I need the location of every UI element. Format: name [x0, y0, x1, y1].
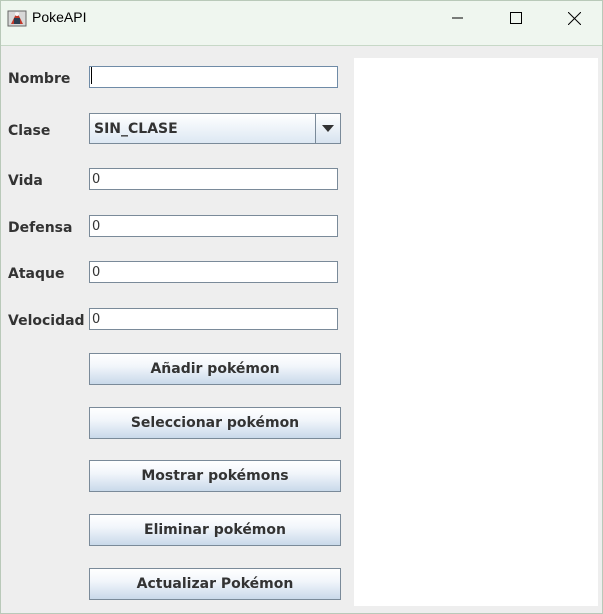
maximize-button[interactable]	[487, 1, 545, 35]
window-title: PokeAPI	[32, 9, 87, 25]
show-pokemons-button[interactable]: Mostrar pokémons	[89, 460, 341, 492]
pokemon-display-panel[interactable]	[354, 58, 598, 606]
clase-selected-value: SIN_CLASE	[94, 121, 178, 137]
clase-label: Clase	[8, 123, 51, 139]
velocidad-label: Velocidad	[8, 313, 85, 329]
app-window: PokeAPI Nombre Clase SIN_CLASE Vida Defe…	[0, 0, 603, 614]
nombre-label: Nombre	[8, 71, 71, 87]
nombre-field[interactable]	[89, 66, 338, 88]
add-pokemon-button[interactable]: Añadir pokémon	[89, 353, 341, 385]
minimize-button[interactable]	[429, 1, 487, 35]
select-pokemon-button[interactable]: Seleccionar pokémon	[89, 407, 341, 439]
menu-separator	[1, 35, 602, 46]
close-icon	[567, 11, 581, 25]
delete-pokemon-button[interactable]: Eliminar pokémon	[89, 514, 341, 546]
defensa-label: Defensa	[8, 220, 73, 236]
chevron-down-icon	[322, 124, 334, 132]
close-button[interactable]	[545, 1, 603, 35]
java-app-icon	[7, 8, 27, 28]
text-caret	[91, 67, 92, 84]
vida-label: Vida	[8, 173, 43, 189]
clase-dropdown[interactable]: SIN_CLASE	[89, 113, 341, 144]
defensa-field[interactable]	[89, 215, 338, 237]
ataque-field[interactable]	[89, 261, 338, 283]
maximize-icon	[510, 12, 522, 24]
minimize-icon	[452, 17, 463, 19]
title-bar[interactable]: PokeAPI	[1, 1, 602, 35]
main-content: Nombre Clase SIN_CLASE Vida Defensa Ataq…	[1, 46, 602, 613]
ataque-label: Ataque	[8, 266, 65, 282]
update-pokemon-button[interactable]: Actualizar Pokémon	[89, 568, 341, 600]
velocidad-field[interactable]	[89, 308, 338, 330]
dropdown-arrow-button[interactable]	[315, 114, 340, 143]
vida-field[interactable]	[89, 168, 338, 190]
